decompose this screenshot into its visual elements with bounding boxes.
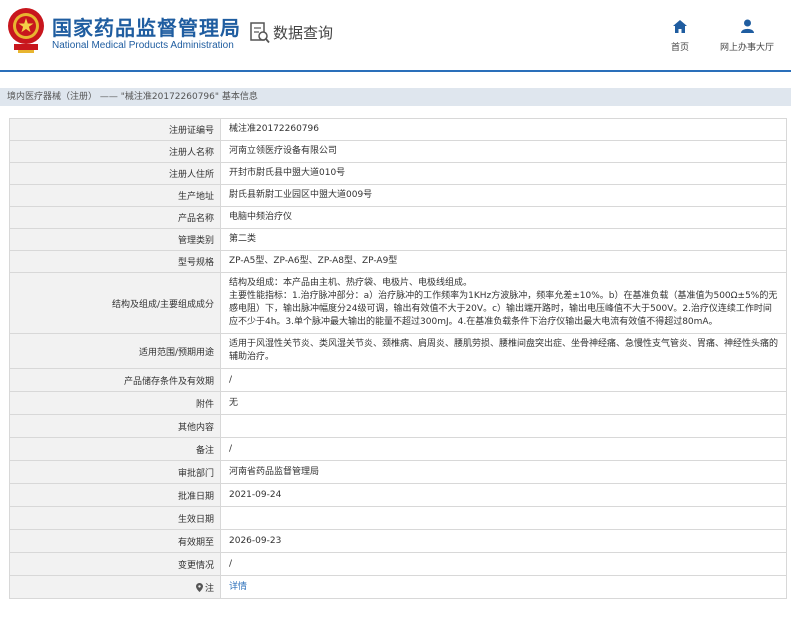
field-value <box>220 414 787 438</box>
breadcrumb-section-link[interactable]: 境内医疗器械（注册） <box>7 92 97 102</box>
field-label: 生产地址 <box>9 184 221 207</box>
field-value <box>220 506 787 530</box>
table-row: 注册人名称 河南立领医疗设备有限公司 <box>9 140 787 163</box>
breadcrumb: 境内医疗器械（注册） —— "械注准20172260796" 基本信息 <box>0 88 791 106</box>
field-label: 其他内容 <box>9 414 221 438</box>
note-label-text: 注 <box>204 583 214 594</box>
table-row: 产品名称 电脑中频治疗仪 <box>9 206 787 229</box>
table-row: 型号规格 ZP-A5型、ZP-A6型、ZP-A8型、ZP-A9型 <box>9 250 787 273</box>
user-icon <box>740 19 754 33</box>
field-value: 尉氏县新尉工业园区中盟大道009号 <box>220 184 787 207</box>
field-value: 开封市尉氏县中盟大道010号 <box>220 162 787 185</box>
field-label: 注册证编号 <box>9 118 221 141</box>
field-label: 注册人住所 <box>9 162 221 185</box>
field-label: 结构及组成/主要组成成分 <box>9 272 221 334</box>
field-label: 批准日期 <box>9 483 221 507</box>
table-row: 生产地址 尉氏县新尉工业园区中盟大道009号 <box>9 184 787 207</box>
header-divider <box>0 70 791 72</box>
breadcrumb-separator: —— <box>97 92 121 102</box>
breadcrumb-current: "械注准20172260796" 基本信息 <box>120 92 258 102</box>
field-value: 械注准20172260796 <box>220 118 787 141</box>
nav-home-label: 首页 <box>670 43 689 53</box>
field-label: 产品名称 <box>9 206 221 229</box>
details-link[interactable]: 详情 <box>229 582 247 592</box>
field-value: 2026-09-23 <box>220 529 787 553</box>
table-row: 生效日期 <box>9 506 787 530</box>
field-label: 有效期至 <box>9 529 221 553</box>
field-value: 结构及组成：本产品由主机、热疗袋、电极片、电极线组成。 主要性能指标：1.治疗脉… <box>220 272 787 334</box>
field-label: 管理类别 <box>9 228 221 251</box>
nav-home[interactable]: 首页 <box>662 18 698 53</box>
data-query-title: 数据查询 <box>273 24 334 42</box>
field-value: 无 <box>220 391 787 415</box>
table-row: 注册人住所 开封市尉氏县中盟大道010号 <box>9 162 787 185</box>
field-value: 2021-09-24 <box>220 483 787 507</box>
field-label: 生效日期 <box>9 506 221 530</box>
table-row: 注 详情 <box>9 575 787 599</box>
field-label: 审批部门 <box>9 460 221 484</box>
site-title: 国家药品监督管理局 <box>52 16 241 40</box>
field-value: 详情 <box>220 575 787 599</box>
field-value: ZP-A5型、ZP-A6型、ZP-A8型、ZP-A9型 <box>220 250 787 273</box>
field-label: 适用范围/预期用途 <box>9 333 221 369</box>
field-value: 河南省药品监督管理局 <box>220 460 787 484</box>
table-row: 其他内容 <box>9 414 787 438</box>
field-label: 备注 <box>9 437 221 461</box>
field-value: / <box>220 437 787 461</box>
field-label: 产品储存条件及有效期 <box>9 368 221 392</box>
table-row: 注册证编号 械注准20172260796 <box>9 118 787 141</box>
site-header: 国家药品监督管理局 National Medical Products Admi… <box>0 0 791 64</box>
table-row: 附件 无 <box>9 391 787 415</box>
nav-online-office-label: 网上办事大厅 <box>719 43 774 53</box>
field-value: / <box>220 552 787 576</box>
nav-online-office[interactable]: 网上办事大厅 <box>716 18 778 53</box>
field-label: 附件 <box>9 391 221 415</box>
field-value: 适用于风湿性关节炎、类风湿关节炎、颈椎病、肩周炎、腰肌劳损、腰椎间盘突出症、坐骨… <box>220 333 787 369</box>
field-value: 河南立领医疗设备有限公司 <box>220 140 787 163</box>
table-row: 有效期至 2026-09-23 <box>9 529 787 553</box>
national-emblem-icon <box>8 8 44 53</box>
data-query-icon <box>250 22 270 44</box>
table-row: 结构及组成/主要组成成分 结构及组成：本产品由主机、热疗袋、电极片、电极线组成。… <box>9 272 787 334</box>
field-value: / <box>220 368 787 392</box>
table-row: 变更情况 / <box>9 552 787 576</box>
home-icon <box>673 20 687 33</box>
table-row: 备注 / <box>9 437 787 461</box>
field-value: 电脑中频治疗仪 <box>220 206 787 229</box>
field-label: 型号规格 <box>9 250 221 273</box>
field-value: 第二类 <box>220 228 787 251</box>
site-subtitle: National Medical Products Administration <box>52 40 234 51</box>
registration-detail-table: 注册证编号 械注准20172260796 注册人名称 河南立领医疗设备有限公司 … <box>9 118 787 599</box>
note-field-label: 注 <box>9 575 221 599</box>
table-row: 产品储存条件及有效期 / <box>9 368 787 392</box>
field-label: 变更情况 <box>9 552 221 576</box>
field-label: 注册人名称 <box>9 140 221 163</box>
table-row: 管理类别 第二类 <box>9 228 787 251</box>
table-row: 批准日期 2021-09-24 <box>9 483 787 507</box>
location-pin-icon <box>195 582 203 592</box>
table-row: 审批部门 河南省药品监督管理局 <box>9 460 787 484</box>
table-row: 适用范围/预期用途 适用于风湿性关节炎、类风湿关节炎、颈椎病、肩周炎、腰肌劳损、… <box>9 333 787 369</box>
